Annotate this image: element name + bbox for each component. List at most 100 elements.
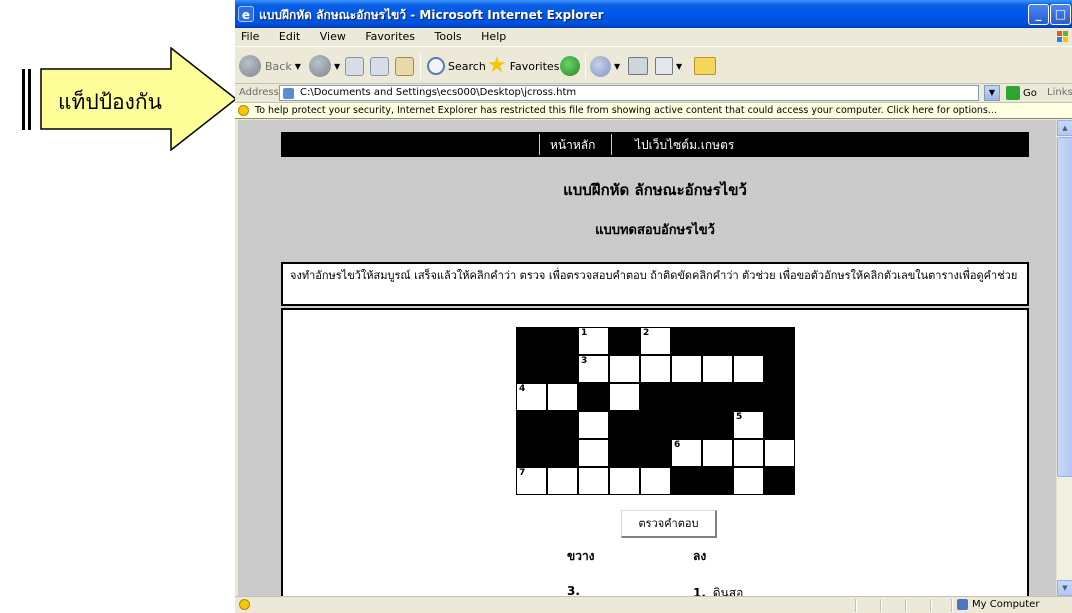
menu-file[interactable]: File [241,28,259,46]
crossword-block [733,383,764,411]
menu-edit[interactable]: Edit [279,28,300,46]
crossword-cell[interactable]: 6 [671,439,702,467]
scroll-thumb[interactable] [1057,137,1072,477]
crossword-cell[interactable]: 4 [516,383,547,411]
minimize-button[interactable]: _ [1028,4,1049,25]
back-dropdown-icon[interactable]: ▼ [295,62,301,71]
crossword-block [764,383,795,411]
site-nav-bar: หน้าหลัก ไปเว็บไซต์ม.เกษตร [281,132,1029,157]
clue-number-label[interactable]: 3 [581,356,587,366]
toolbar: Back ▼ ▼ Search ★ Favorites ▼ ▼ [235,46,1072,84]
down-clue[interactable]: 1. ดินสอ [693,584,743,596]
crossword-block [702,327,733,355]
crossword-cell[interactable] [609,467,640,495]
crossword-cell[interactable] [640,355,671,383]
refresh-button[interactable] [370,53,389,79]
forward-dropdown-icon[interactable]: ▼ [334,62,340,71]
across-clue[interactable]: 3. [567,584,583,596]
page-icon [283,88,294,99]
crossword-cell[interactable] [702,355,733,383]
crossword-block [640,411,671,439]
clue-number-label[interactable]: 7 [519,468,525,478]
down-heading: ลง [693,549,707,563]
nav-link-ku-site[interactable]: ไปเว็บไซต์ม.เกษตร [635,136,734,155]
edit-button[interactable]: ▼ [655,53,682,79]
edit-dropdown-icon[interactable]: ▼ [676,62,682,71]
crossword-block [516,355,547,383]
menu-favorites[interactable]: Favorites [365,28,415,46]
vertical-scrollbar[interactable]: ▲ ▼ [1056,120,1072,596]
annotation-callout: แท็ปป้องกัน [0,0,238,613]
forward-arrow-icon [309,55,331,77]
information-bar[interactable]: To help protect your security, Internet … [235,102,1072,119]
clue-number-label[interactable]: 1 [581,328,587,338]
forward-button[interactable]: ▼ [309,53,340,79]
clue-number-label[interactable]: 2 [643,328,649,338]
instructions-box: จงทำอักษรไขว้ให้สมบูรณ์ เสร็จแล้วให้คลิก… [281,262,1029,306]
crossword-block [671,383,702,411]
crossword-cell[interactable] [547,467,578,495]
address-dropdown-icon[interactable]: ▼ [984,85,1000,101]
crossword-block [764,355,795,383]
back-button[interactable]: Back ▼ [239,53,301,79]
crossword-cell[interactable]: 7 [516,467,547,495]
callout-bar [22,69,25,130]
links-button[interactable]: Links [1047,87,1072,98]
crossword-cell[interactable]: 3 [578,355,609,383]
ie-window: e แบบฝึกหัด ลักษณะอักษรไขว้ - Microsoft … [235,0,1072,613]
instructions-text: จงทำอักษรไขว้ให้สมบูรณ์ เสร็จแล้วให้คลิก… [290,269,1018,282]
security-zone-label: My Computer [972,599,1040,610]
clue-number-label[interactable]: 6 [674,440,680,450]
crossword-cell[interactable] [578,411,609,439]
home-button[interactable] [395,53,414,79]
computer-icon [957,599,968,610]
crossword-cell[interactable] [609,383,640,411]
history-button[interactable] [560,53,580,79]
information-bar-message: To help protect your security, Internet … [255,105,997,116]
mail-button[interactable]: ▼ [590,53,620,79]
crossword-cell[interactable] [764,439,795,467]
stop-button[interactable] [345,53,364,79]
crossword-cell[interactable]: 1 [578,327,609,355]
crossword-cell[interactable] [671,355,702,383]
crossword-cell[interactable] [733,439,764,467]
menu-help[interactable]: Help [481,28,506,46]
crossword-cell[interactable]: 5 [733,411,764,439]
crossword-cell[interactable] [578,439,609,467]
status-pane [951,599,953,612]
folder-button[interactable] [694,53,716,79]
check-answer-button[interactable]: ตรวจคำตอบ [621,510,717,538]
crossword-cell[interactable] [609,355,640,383]
crossword-cell[interactable] [702,439,733,467]
title-bar[interactable]: e แบบฝึกหัด ลักษณะอักษรไขว้ - Microsoft … [235,0,1072,28]
maximize-button[interactable]: □ [1050,4,1071,25]
scroll-up-icon[interactable]: ▲ [1057,120,1072,136]
crossword-block [764,467,795,495]
status-warning-icon [239,599,250,610]
mail-dropdown-icon[interactable]: ▼ [614,62,620,71]
nav-link-home[interactable]: หน้าหลัก [550,136,595,155]
search-icon [427,57,445,75]
across-clue-number: 3. [567,584,580,596]
menu-tools[interactable]: Tools [435,28,462,46]
scroll-down-icon[interactable]: ▼ [1057,580,1072,596]
crossword-block [702,383,733,411]
address-input[interactable]: C:\Documents and Settings\ecs000\Desktop… [279,85,979,101]
search-button[interactable]: Search [427,53,486,79]
menu-view[interactable]: View [320,28,346,46]
favorites-button[interactable]: ★ Favorites [487,53,559,79]
print-button[interactable] [628,53,648,79]
go-button[interactable]: Go [1006,85,1037,101]
crossword-cell[interactable] [547,383,578,411]
crossword-block [547,439,578,467]
page-viewport: หน้าหลัก ไปเว็บไซต์ม.เกษตร แบบฝึกหัด ลัก… [238,120,1056,596]
crossword-cell[interactable] [578,467,609,495]
clue-number-label[interactable]: 5 [736,412,742,422]
crossword-cell[interactable] [733,467,764,495]
clue-number-label[interactable]: 4 [519,384,525,394]
crossword-block [547,355,578,383]
crossword-block [733,327,764,355]
crossword-cell[interactable] [640,467,671,495]
crossword-cell[interactable] [733,355,764,383]
crossword-cell[interactable]: 2 [640,327,671,355]
